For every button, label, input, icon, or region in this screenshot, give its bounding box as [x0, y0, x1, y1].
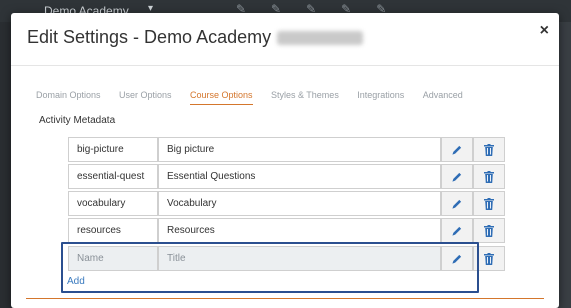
pencil-icon	[452, 145, 462, 155]
edit-button[interactable]	[441, 246, 473, 271]
close-button[interactable]: ×	[540, 23, 549, 39]
title-input[interactable]: Title	[158, 246, 441, 271]
name-input[interactable]: Name	[68, 246, 158, 271]
footer-divider	[26, 298, 544, 299]
edit-settings-modal: Edit Settings - Demo Academy × Domain Op…	[11, 13, 559, 308]
edit-button[interactable]	[441, 137, 473, 162]
metadata-title-field[interactable]: Essential Questions	[158, 164, 441, 189]
settings-tabs: Domain Options User Options Course Optio…	[36, 85, 477, 105]
trash-icon	[484, 170, 494, 183]
metadata-key-field[interactable]: vocabulary	[68, 191, 158, 216]
trash-icon	[484, 224, 494, 237]
tab-styles-themes[interactable]: Styles & Themes	[271, 90, 339, 104]
metadata-key-field[interactable]: essential-quest	[68, 164, 158, 189]
delete-button[interactable]	[473, 164, 505, 189]
metadata-key-field[interactable]: big-picture	[68, 137, 158, 162]
delete-button[interactable]	[473, 246, 505, 271]
pencil-icon	[452, 172, 462, 182]
modal-title-text: Edit Settings - Demo Academy	[27, 27, 272, 47]
redacted-id	[277, 31, 364, 46]
pencil-icon	[452, 226, 462, 236]
metadata-title-field[interactable]: Vocabulary	[158, 191, 441, 216]
tab-domain-options[interactable]: Domain Options	[36, 90, 101, 104]
delete-button[interactable]	[473, 218, 505, 243]
trash-icon	[484, 252, 494, 265]
pencil-icon	[452, 199, 462, 209]
edit-button[interactable]	[441, 164, 473, 189]
tab-integrations[interactable]: Integrations	[357, 90, 404, 104]
tab-course-options[interactable]: Course Options	[189, 90, 253, 105]
tab-user-options[interactable]: User Options	[119, 90, 172, 104]
modal-title: Edit Settings - Demo Academy	[27, 27, 364, 48]
section-label: Activity Metadata	[39, 115, 116, 126]
metadata-key-field[interactable]: resources	[68, 218, 158, 243]
metadata-title-field[interactable]: Big picture	[158, 137, 441, 162]
pencil-icon	[452, 254, 462, 264]
edit-button[interactable]	[441, 191, 473, 216]
trash-icon	[484, 143, 494, 156]
metadata-title-field[interactable]: Resources	[158, 218, 441, 243]
delete-button[interactable]	[473, 137, 505, 162]
tab-advanced[interactable]: Advanced	[423, 90, 463, 104]
delete-button[interactable]	[473, 191, 505, 216]
add-link[interactable]: Add	[67, 276, 85, 287]
edit-button[interactable]	[441, 218, 473, 243]
header-divider	[11, 65, 559, 66]
trash-icon	[484, 197, 494, 210]
